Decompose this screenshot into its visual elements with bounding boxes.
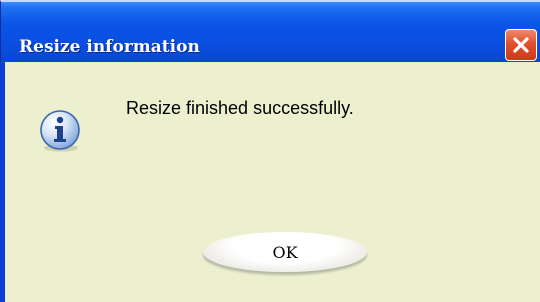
ok-button[interactable]: OK [203, 232, 367, 272]
ok-label: OK [272, 242, 298, 262]
dialog-window: Resize information Resize finished succe… [0, 0, 540, 302]
message-text: Resize finished successfully. [126, 98, 354, 118]
close-button[interactable] [505, 29, 537, 61]
close-icon [513, 37, 529, 53]
dialog-body: Resize finished successfully. OK [0, 62, 540, 302]
info-icon [40, 110, 80, 152]
title-bar[interactable]: Resize information [0, 0, 540, 62]
dialog-title: Resize information [19, 37, 200, 57]
